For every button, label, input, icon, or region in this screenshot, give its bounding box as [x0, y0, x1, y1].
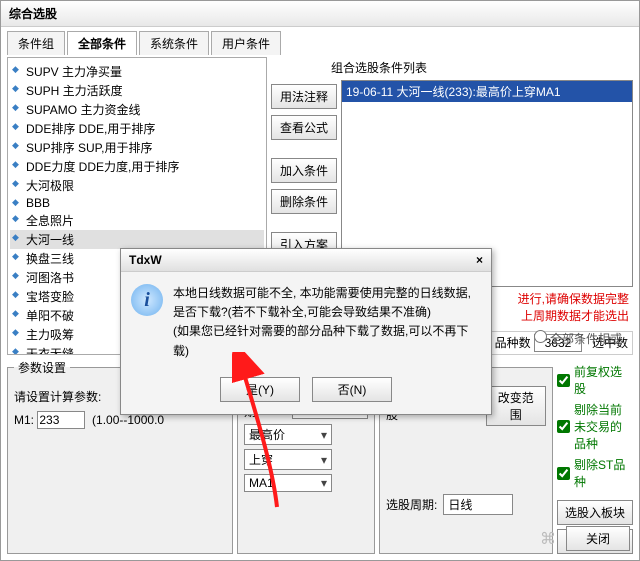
dialog-title: TdxW — [129, 253, 162, 267]
view-formula-button[interactable]: 查看公式 — [271, 115, 337, 140]
delete-condition-button[interactable]: 删除条件 — [271, 189, 337, 214]
window-title: 综合选股 — [1, 1, 639, 27]
tab-user[interactable]: 用户条件 — [211, 31, 281, 55]
operator-select[interactable]: 上穿 — [244, 449, 332, 470]
dialog-yes-button[interactable]: 是(Y) — [220, 377, 300, 402]
combo-list-label: 组合选股条件列表 — [271, 57, 633, 78]
dialog-message: 本地日线数据可能不全, 本功能需要使用完整的日线数据, 是否下载?(若不下载补全… — [173, 284, 481, 361]
to-block-button[interactable]: 选股入板块 — [557, 500, 633, 525]
condition-list-item[interactable]: 19-06-11 大河一线(233):最高价上穿MA1 — [342, 81, 632, 102]
or-radio[interactable]: 全部条件相或 — [534, 330, 622, 347]
target-select[interactable]: MA1 — [244, 474, 332, 492]
info-icon: i — [131, 284, 163, 316]
tab-group[interactable]: 条件组 — [7, 31, 65, 55]
tree-item[interactable]: DDE力度 DDE力度,用于排序 — [10, 157, 264, 176]
period-select[interactable]: 日线 — [443, 494, 513, 515]
field-select[interactable]: 最高价 — [244, 424, 332, 445]
exclude-nontrading-checkbox[interactable]: 剔除当前未交易的品种 — [557, 401, 633, 452]
add-condition-button[interactable]: 加入条件 — [271, 158, 337, 183]
tree-item[interactable]: SUPV 主力净买量 — [10, 62, 264, 81]
tab-bar: 条件组 全部条件 系统条件 用户条件 — [1, 27, 639, 55]
tree-item[interactable]: SUP排序 SUP,用于排序 — [10, 138, 264, 157]
tab-all[interactable]: 全部条件 — [67, 31, 137, 55]
fq-checkbox[interactable]: 前复权选股 — [557, 363, 633, 397]
tree-item[interactable]: 大河一线 — [10, 230, 264, 249]
tab-system[interactable]: 系统条件 — [139, 31, 209, 55]
tree-item[interactable]: SUPAMO 主力资金线 — [10, 100, 264, 119]
tree-item[interactable]: BBB — [10, 195, 264, 211]
tree-item[interactable]: SUPH 主力活跃度 — [10, 81, 264, 100]
dialog-no-button[interactable]: 否(N) — [312, 377, 392, 402]
logo-watermark: ⌘ — [540, 529, 558, 549]
usage-button[interactable]: 用法注释 — [271, 84, 337, 109]
tree-item[interactable]: DDE排序 DDE,用于排序 — [10, 119, 264, 138]
tree-item[interactable]: 全息照片 — [10, 211, 264, 230]
close-button[interactable]: 关闭 — [566, 526, 630, 551]
download-dialog: TdxW × i 本地日线数据可能不全, 本功能需要使用完整的日线数据, 是否下… — [120, 248, 492, 415]
tree-item[interactable]: 大河极限 — [10, 176, 264, 195]
change-scope-button[interactable]: 改变范围 — [486, 386, 546, 426]
exclude-st-checkbox[interactable]: 剔除ST品种 — [557, 456, 633, 490]
dialog-close-icon[interactable]: × — [476, 253, 483, 267]
m1-input[interactable] — [37, 411, 85, 429]
